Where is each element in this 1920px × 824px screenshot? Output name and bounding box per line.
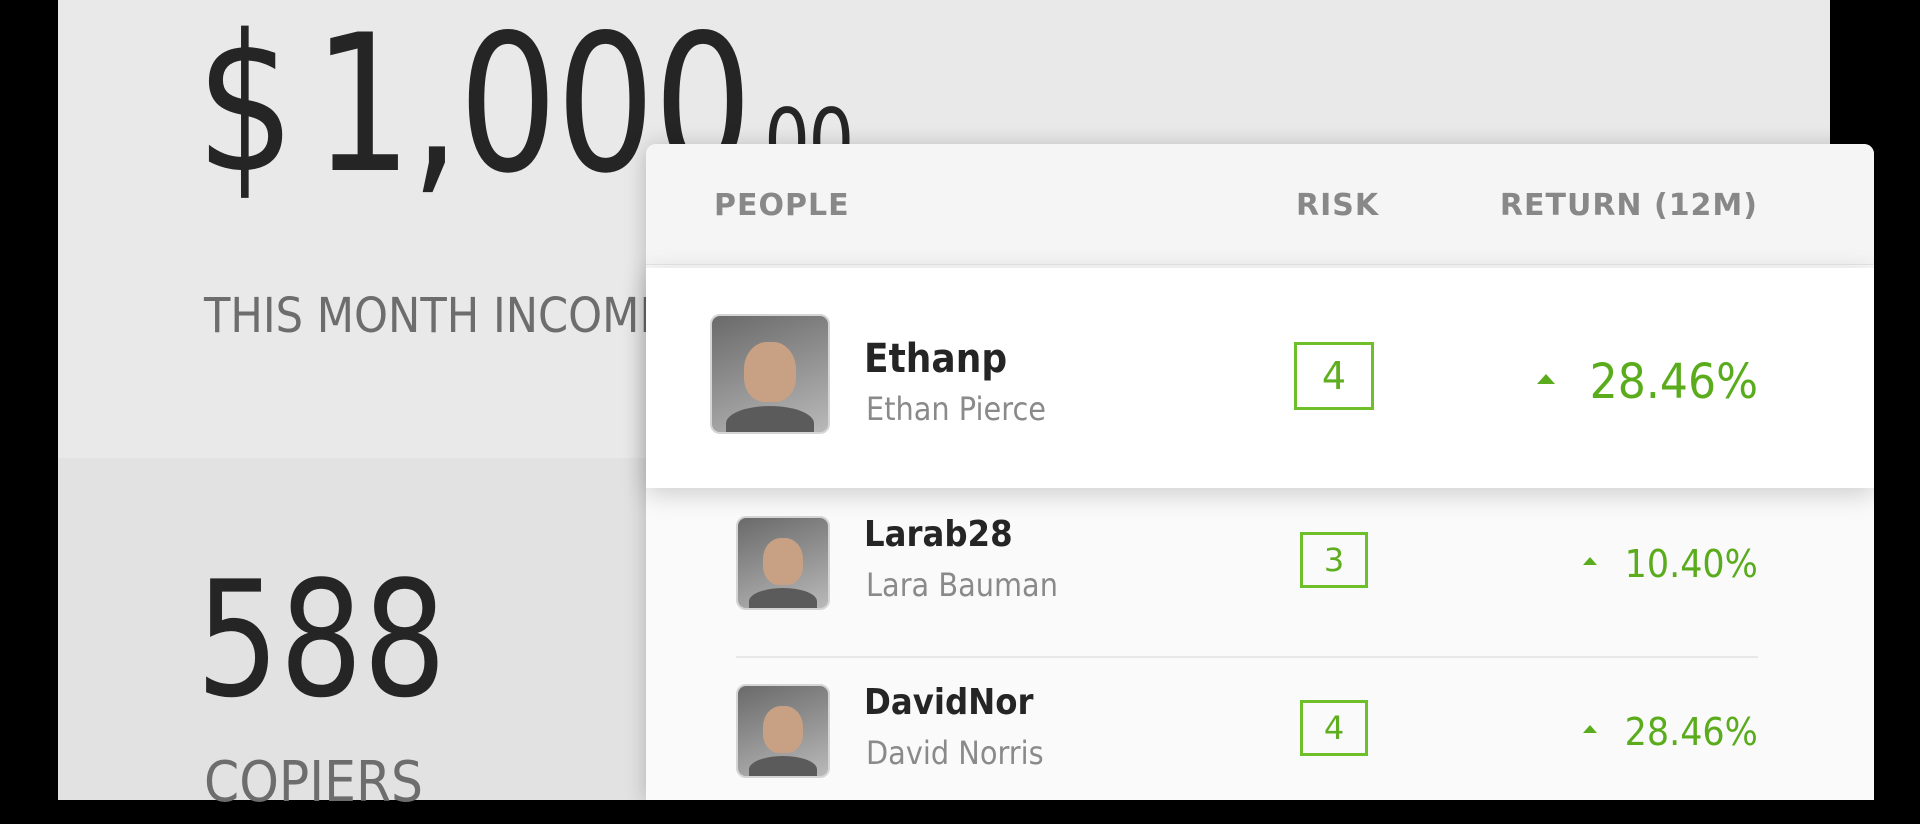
username[interactable]: Larab28 xyxy=(864,514,1013,555)
avatar[interactable] xyxy=(736,684,830,778)
return-value: 28.46% xyxy=(1589,354,1758,410)
avatar[interactable] xyxy=(710,314,830,434)
return-cell: 28.46% xyxy=(1583,710,1758,754)
copiers-label: COPIERS xyxy=(204,750,423,815)
risk-badge: 3 xyxy=(1300,532,1368,588)
avatar-shoulders xyxy=(748,588,818,608)
avatar-face xyxy=(763,705,803,753)
full-name: Ethan Pierce xyxy=(866,390,1047,428)
table-row[interactable]: DavidNor David Norris 4 28.46% xyxy=(646,656,1874,824)
table-row[interactable]: Larab28 Lara Bauman 3 10.40% xyxy=(646,488,1874,656)
return-cell: 10.40% xyxy=(1583,542,1758,586)
header-risk[interactable]: RISK xyxy=(1296,188,1379,223)
income-label: THIS MONTH INCOME xyxy=(204,288,667,344)
avatar[interactable] xyxy=(736,516,830,610)
avatar-face xyxy=(744,341,796,402)
people-table: PEOPLE RISK RETURN (12M) Ethanp Ethan Pi… xyxy=(646,144,1874,800)
return-value: 28.46% xyxy=(1624,710,1758,754)
table-header: PEOPLE RISK RETURN (12M) xyxy=(646,144,1874,265)
return-value: 10.40% xyxy=(1624,542,1758,586)
table-row[interactable]: Ethanp Ethan Pierce 4 28.46% xyxy=(646,268,1874,488)
triangle-up-icon xyxy=(1583,724,1598,733)
triangle-up-icon xyxy=(1583,556,1598,565)
username[interactable]: Ethanp xyxy=(864,336,1007,382)
full-name: David Norris xyxy=(866,734,1044,772)
risk-badge: 4 xyxy=(1300,700,1368,756)
return-cell: 28.46% xyxy=(1536,354,1758,410)
avatar-shoulders xyxy=(725,406,815,432)
avatar-face xyxy=(763,537,803,585)
row-divider xyxy=(736,656,1758,658)
risk-badge: 4 xyxy=(1294,342,1374,410)
full-name: Lara Bauman xyxy=(866,566,1058,604)
avatar-shoulders xyxy=(748,756,818,776)
header-return[interactable]: RETURN (12M) xyxy=(1500,188,1758,223)
copiers-count: 588 xyxy=(196,546,447,733)
username[interactable]: DavidNor xyxy=(864,682,1034,723)
triangle-up-icon xyxy=(1536,374,1555,384)
income-currency: $ xyxy=(196,0,295,215)
header-people[interactable]: PEOPLE xyxy=(714,188,850,223)
